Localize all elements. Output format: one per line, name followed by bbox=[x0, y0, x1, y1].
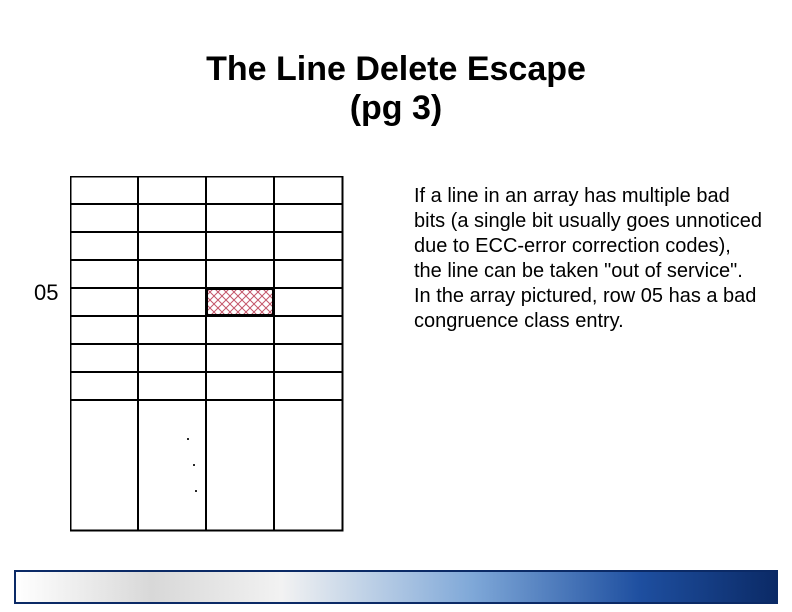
array-diagram: . . . bbox=[70, 176, 370, 556]
ellipsis-dot-3: . bbox=[193, 476, 198, 496]
slide: The Line Delete Escape (pg 3) 05 . . bbox=[0, 0, 792, 612]
ellipsis-dot-1: . bbox=[185, 424, 190, 444]
footer-gradient-bar bbox=[14, 570, 778, 604]
bad-cell bbox=[207, 289, 273, 315]
ellipsis-dot-2: . bbox=[191, 450, 196, 470]
row-05-label: 05 bbox=[34, 280, 58, 306]
description-text: If a line in an array has multiple bad b… bbox=[414, 184, 764, 334]
title-line-2: (pg 3) bbox=[350, 89, 443, 127]
title-line-1: The Line Delete Escape bbox=[206, 50, 586, 88]
description-p2: In the array pictured, row 05 has a bad … bbox=[414, 285, 756, 332]
page-title: The Line Delete Escape (pg 3) bbox=[0, 50, 792, 128]
description-p1: If a line in an array has multiple bad b… bbox=[414, 185, 762, 282]
